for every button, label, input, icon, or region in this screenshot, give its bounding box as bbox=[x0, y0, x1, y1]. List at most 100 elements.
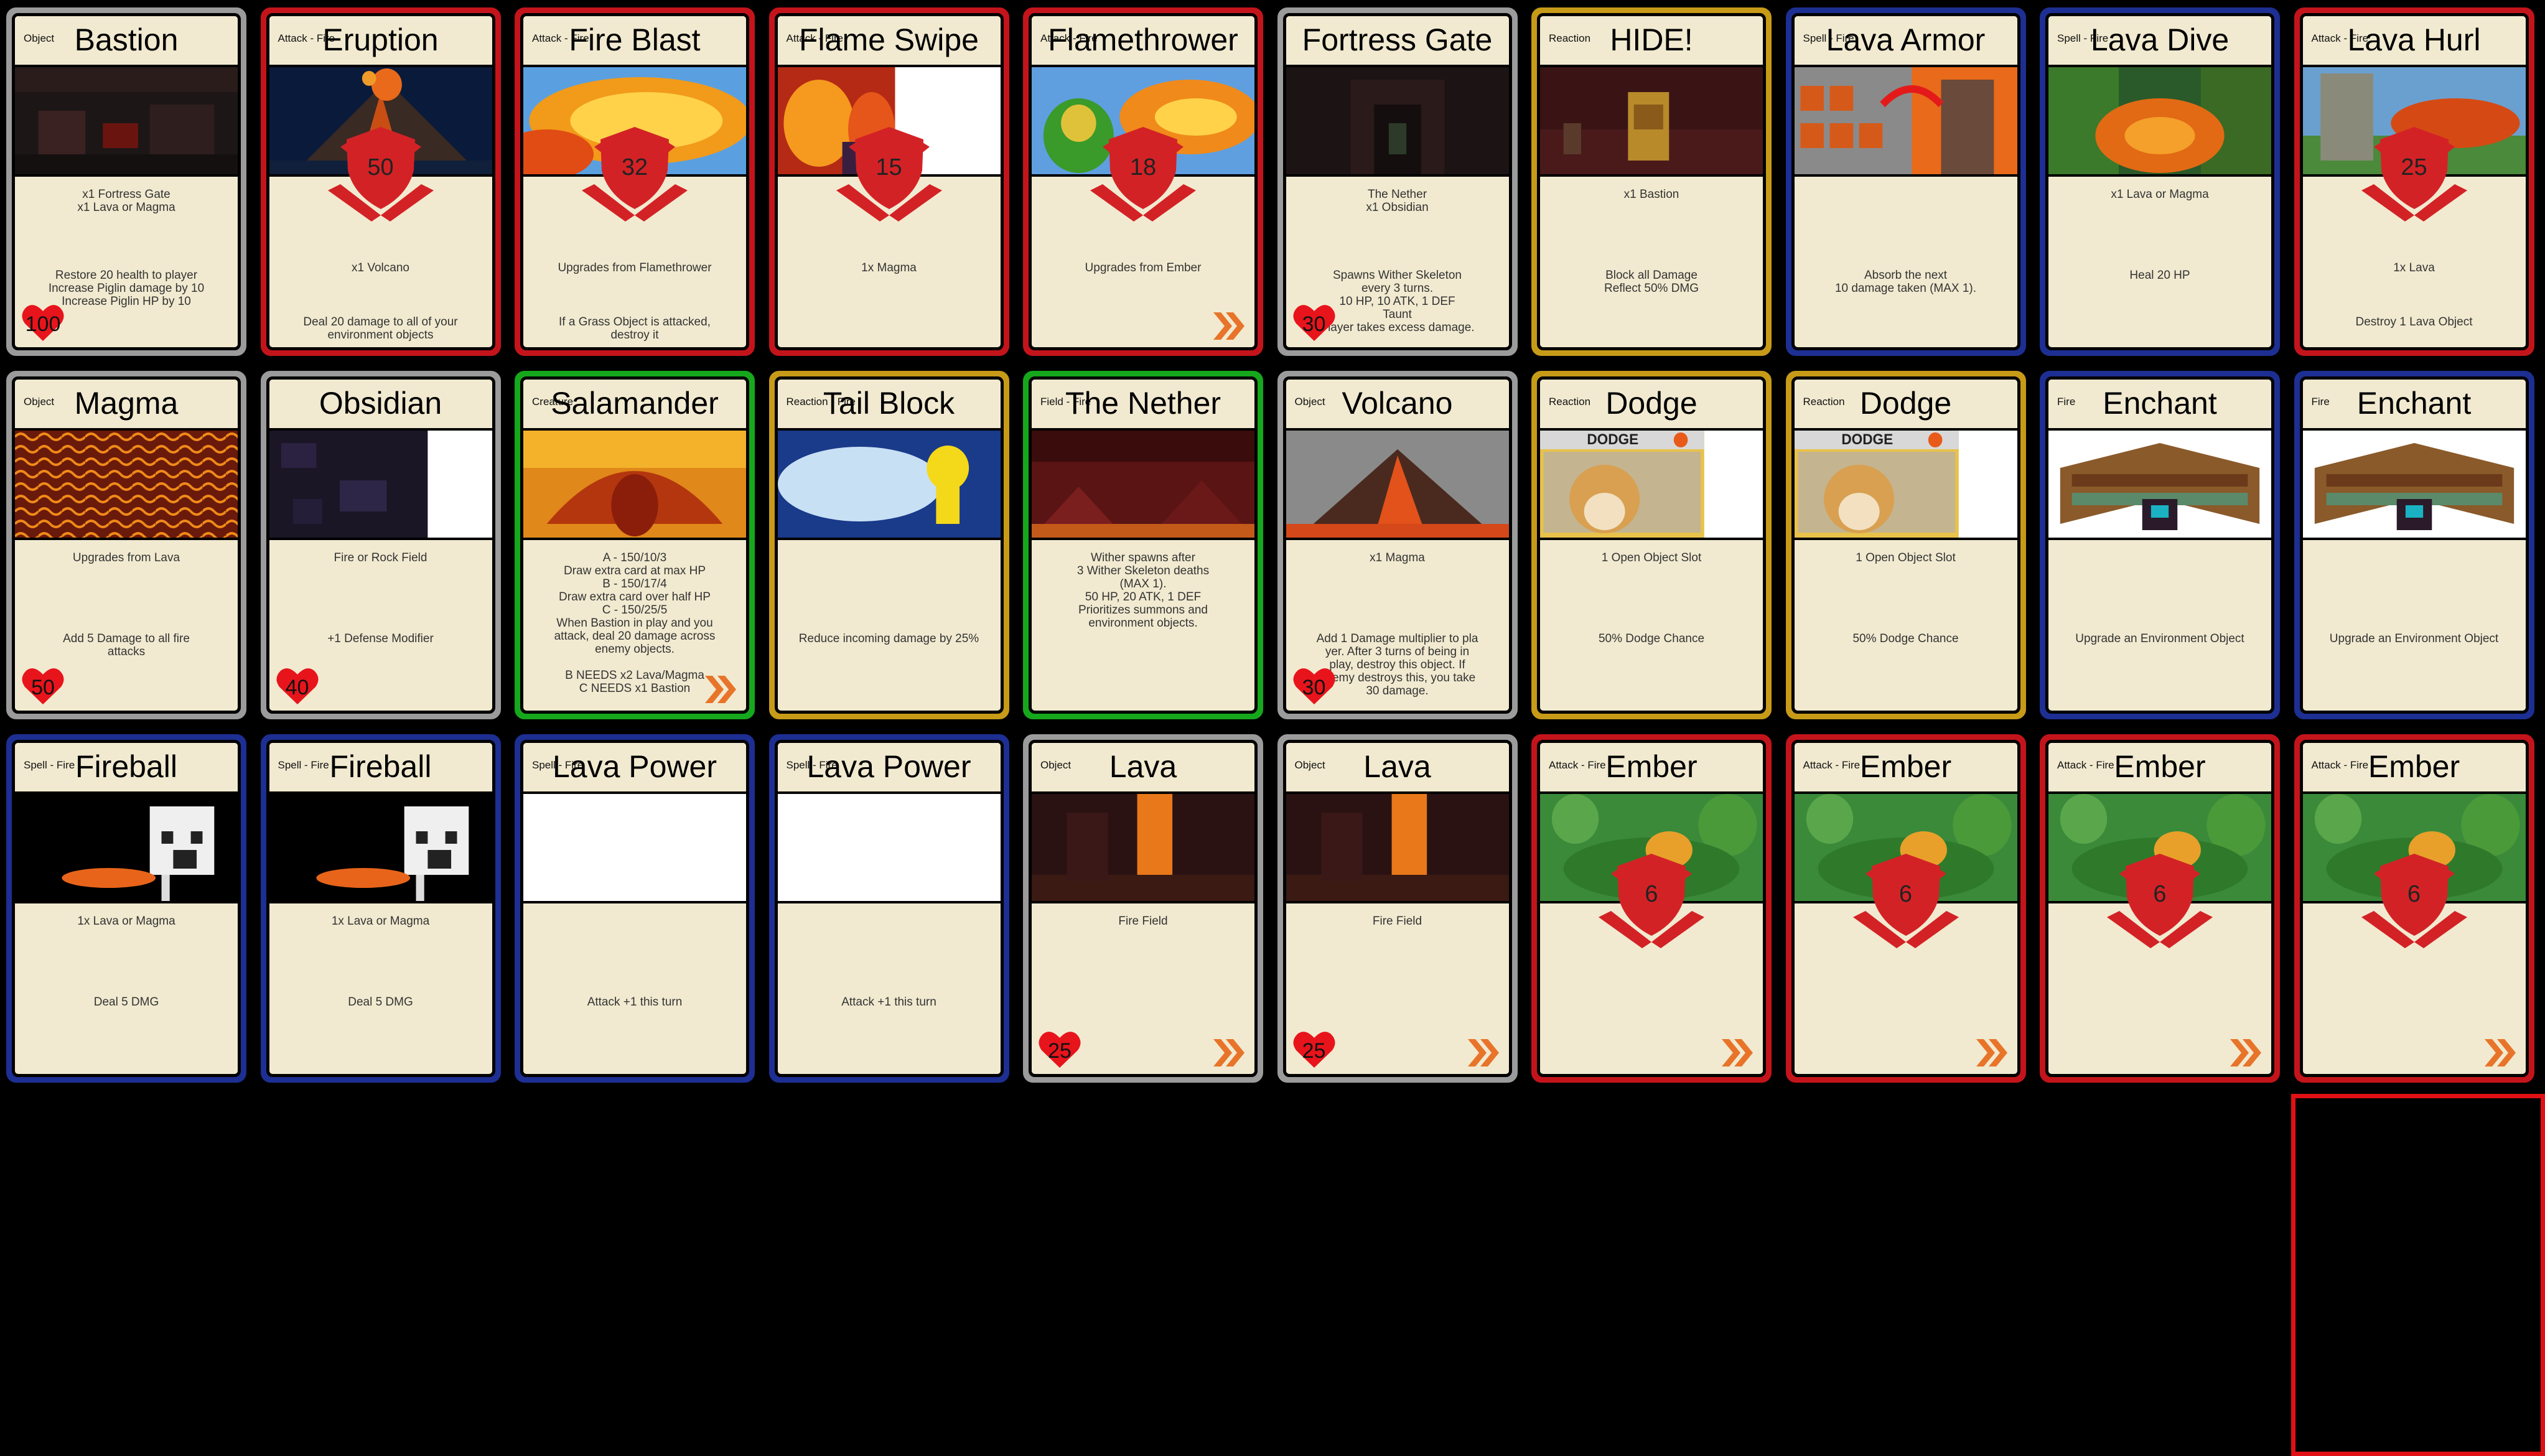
upgrade-chevron-icon[interactable] bbox=[1976, 1039, 2007, 1066]
card-lava-dive[interactable]: Spell - Fire Lava Dive x1 Lava or Magma … bbox=[2035, 2, 2285, 361]
card-title-bar: Attack - Fire Ember bbox=[2048, 743, 2271, 794]
damage-value: 6 bbox=[2153, 881, 2167, 907]
upgrade-chevron-icon[interactable] bbox=[2484, 1039, 2516, 1066]
card-magma[interactable]: Object Magma Upgrades from Lava Add 5 Da… bbox=[1, 366, 251, 724]
health-value: 25 bbox=[1048, 1039, 1072, 1063]
card-title-bar: Attack - Fire Ember bbox=[2302, 743, 2526, 794]
svg-text:DODGE: DODGE bbox=[1841, 431, 1893, 447]
card-name: Volcano bbox=[1342, 386, 1453, 421]
card-lava[interactable]: Object Lava Fire Field 25 bbox=[1272, 729, 1523, 1088]
card-effect: 50% Dodge Chance bbox=[1852, 632, 1959, 645]
card-the-nether[interactable]: Field - Fire The Nether Wither spawns af… bbox=[1018, 366, 1268, 724]
card-fireball[interactable]: Spell - Fire Fireball 1x Lava or Magma D… bbox=[1, 729, 251, 1088]
health-heart-icon: 25 bbox=[1292, 1030, 1336, 1069]
card-sheet: Object Bastion x1 Fortress Gate x1 Lava … bbox=[0, 0, 2545, 1456]
card-requirement: Fire Field bbox=[1372, 915, 1422, 928]
card-face: Spell - Fire Lava Power Attack +1 this t… bbox=[774, 740, 1004, 1077]
card-flamethrower[interactable]: Attack - Fire Flamethrower 18 Upgrades f… bbox=[1018, 2, 1268, 361]
damage-value: 25 bbox=[2401, 154, 2427, 180]
card-art-doge-card: DODGE bbox=[1794, 431, 2017, 540]
card-lava-power[interactable]: Spell - Fire Lava Power Attack +1 this t… bbox=[510, 729, 760, 1088]
card-text: x1 Volcano Deal 20 damage to all of your… bbox=[277, 182, 485, 342]
card-requirement: The Nether x1 Obsidian bbox=[1366, 188, 1429, 214]
card-ember[interactable]: Attack - Fire Ember 6 bbox=[2035, 729, 2285, 1088]
card-requirement: x1 Bastion bbox=[1623, 188, 1679, 201]
card-requirement: x1 Lava or Magma bbox=[2111, 188, 2209, 201]
card-lava-power[interactable]: Spell - Fire Lava Power Attack +1 this t… bbox=[764, 729, 1014, 1088]
card-face: Obsidian Fire or Rock Field +1 Defense M… bbox=[266, 376, 495, 714]
card-enchant[interactable]: Fire Enchant Upgrade an Environment Obje… bbox=[2289, 366, 2539, 724]
card-face: Object Lava Fire Field 25 bbox=[1282, 740, 1512, 1077]
card-requirement: 1x Lava or Magma bbox=[77, 915, 175, 928]
card-salamander[interactable]: Creature Salamander A - 150/10/3 Draw ex… bbox=[510, 366, 760, 724]
card-title-bar: Object Magma bbox=[15, 380, 238, 431]
card-dodge[interactable]: Reaction Dodge DODGE 1 Open Object Slot … bbox=[1780, 366, 2031, 724]
card-effect: Heal 20 HP bbox=[2129, 269, 2190, 282]
card-fortress-gate[interactable]: Fortress Gate The Nether x1 Obsidian Spa… bbox=[1272, 2, 1523, 361]
card-text: Upgrades from Flamethrower If a Grass Ob… bbox=[531, 182, 739, 342]
card-effect: Deal 5 DMG bbox=[93, 996, 159, 1009]
card-face: Attack - Fire Ember 6 bbox=[1791, 740, 2020, 1077]
card-ember[interactable]: Attack - Fire Ember 6 bbox=[1780, 729, 2031, 1088]
upgrade-chevron-icon[interactable] bbox=[1213, 1039, 1244, 1066]
card-effect: Deal 20 damage to all of your environmen… bbox=[303, 315, 458, 342]
card-volcano[interactable]: Object Volcano x1 Magma Add 1 Damage mul… bbox=[1272, 366, 1523, 724]
card-face: Reaction Dodge DODGE 1 Open Object Slot … bbox=[1537, 376, 1766, 714]
card-text: Reduce incoming damage by 25% bbox=[785, 545, 993, 704]
health-value: 30 bbox=[1302, 676, 1326, 699]
card-title-bar: Fire Enchant bbox=[2048, 380, 2271, 431]
upgrade-chevron-icon[interactable] bbox=[1213, 312, 1244, 340]
card-hide[interactable]: Reaction HIDE! x1 Bastion Block all Dama… bbox=[1526, 2, 1777, 361]
card-fireball[interactable]: Spell - Fire Fireball 1x Lava or Magma D… bbox=[255, 729, 506, 1088]
card-ember[interactable]: Attack - Fire Ember 6 bbox=[1526, 729, 1777, 1088]
card-face: Spell - Fire Fireball 1x Lava or Magma D… bbox=[266, 740, 495, 1077]
empty-card-slot[interactable] bbox=[2291, 1094, 2545, 1456]
card-face: Fortress Gate The Nether x1 Obsidian Spa… bbox=[1282, 13, 1512, 350]
card-eruption[interactable]: Attack - Fire Eruption 50 x1 Volcano Dea… bbox=[255, 2, 506, 361]
card-flame-swipe[interactable]: Attack - Fire Flame Swipe 15 1x Magma bbox=[764, 2, 1014, 361]
card-lava-armor[interactable]: Spell - Fire Lava Armor Absorb the next … bbox=[1780, 2, 2031, 361]
health-value: 30 bbox=[1302, 312, 1326, 336]
card-tail-block[interactable]: Reaction - Fire Tail Block Reduce incomi… bbox=[764, 366, 1014, 724]
health-heart-icon: 50 bbox=[21, 667, 65, 706]
card-title-bar: Creature Salamander bbox=[523, 380, 746, 431]
card-dodge[interactable]: Reaction Dodge DODGE 1 Open Object Slot … bbox=[1526, 366, 1777, 724]
card-art-lava-fall-nether bbox=[1032, 794, 1254, 903]
card-face: Attack - Fire Flame Swipe 15 1x Magma bbox=[774, 13, 1004, 350]
card-name: Ember bbox=[1605, 749, 1697, 784]
card-text: x1 Lava or Magma Heal 20 HP bbox=[2056, 182, 2264, 341]
health-value: 40 bbox=[285, 676, 309, 699]
card-ember[interactable]: Attack - Fire Ember 6 bbox=[2289, 729, 2539, 1088]
card-text: 1x Lava or Magma Deal 5 DMG bbox=[277, 908, 485, 1068]
card-title-bar: Fire Enchant bbox=[2302, 380, 2526, 431]
card-requirement: x1 Fortress Gate x1 Lava or Magma bbox=[77, 188, 175, 214]
card-effect: 50% Dodge Chance bbox=[1598, 632, 1705, 645]
upgrade-chevron-icon[interactable] bbox=[1467, 1039, 1499, 1066]
card-enchant[interactable]: Fire Enchant Upgrade an Environment Obje… bbox=[2035, 366, 2285, 724]
card-art-lava-dive-forest bbox=[2048, 67, 2271, 177]
card-requirement: 1x Lava or Magma bbox=[331, 915, 430, 928]
card-obsidian[interactable]: Obsidian Fire or Rock Field +1 Defense M… bbox=[255, 366, 506, 724]
card-bastion[interactable]: Object Bastion x1 Fortress Gate x1 Lava … bbox=[1, 2, 251, 361]
card-art-electric-tail-block bbox=[777, 431, 1001, 540]
card-title-bar: Object Volcano bbox=[1286, 380, 1509, 431]
upgrade-chevron-icon[interactable] bbox=[1722, 1039, 1753, 1066]
svg-text:DODGE: DODGE bbox=[1587, 431, 1638, 447]
card-effect: Attack +1 this turn bbox=[841, 996, 936, 1009]
card-lava-hurl[interactable]: Attack - Fire Lava Hurl 25 1x Lava Destr… bbox=[2289, 2, 2539, 361]
card-title-bar: Attack - Fire Fire Blast bbox=[523, 16, 746, 67]
card-name: Lava Power bbox=[552, 749, 717, 784]
card-text: 1 Open Object Slot 50% Dodge Chance bbox=[1802, 545, 2010, 704]
card-face: Attack - Fire Eruption 50 x1 Volcano Dea… bbox=[266, 13, 495, 350]
card-face: Fire Enchant Upgrade an Environment Obje… bbox=[2299, 376, 2529, 714]
card-requirement: Upgrades from Lava bbox=[72, 551, 180, 564]
card-lava[interactable]: Object Lava Fire Field 25 bbox=[1018, 729, 1268, 1088]
card-name: Obsidian bbox=[319, 386, 442, 421]
card-fire-blast[interactable]: Attack - Fire Fire Blast 32 Upgrades fro… bbox=[510, 2, 760, 361]
card-face: Spell - Fire Lava Dive x1 Lava or Magma … bbox=[2045, 13, 2274, 350]
upgrade-chevron-icon[interactable] bbox=[705, 676, 736, 703]
card-name: Lava Hurl bbox=[2347, 22, 2481, 57]
card-name: Magma bbox=[74, 386, 179, 421]
health-heart-icon: 25 bbox=[1038, 1030, 1081, 1069]
upgrade-chevron-icon[interactable] bbox=[2230, 1039, 2261, 1066]
